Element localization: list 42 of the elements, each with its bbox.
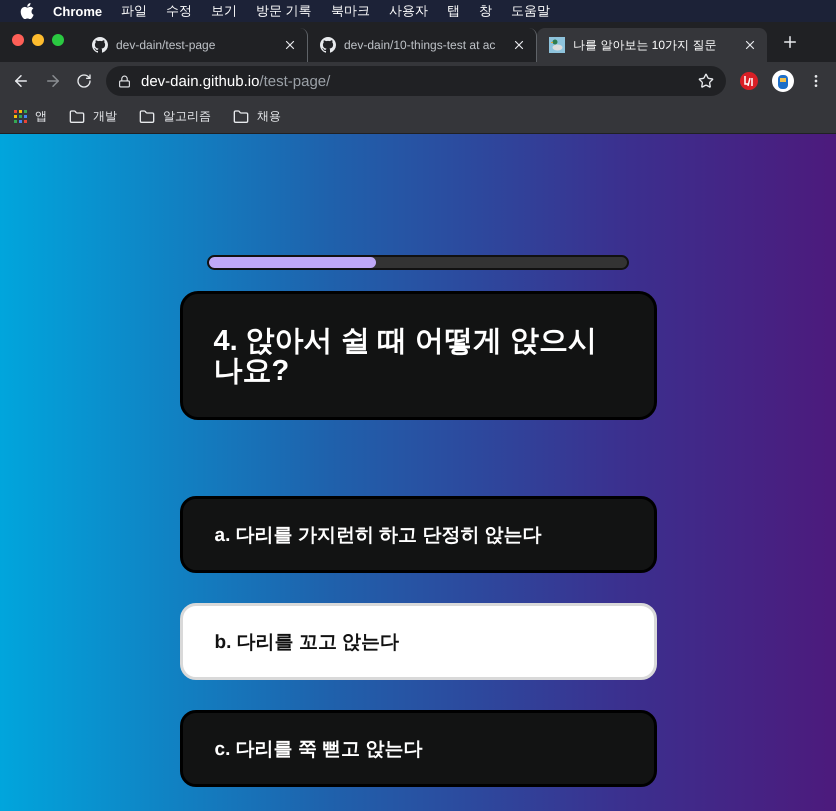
zoom-window-button[interactable] [52,34,64,46]
answer-option[interactable]: a. 다리를 가지런히 하고 단정히 앉는다 [180,496,656,573]
avatar-icon[interactable] [772,70,794,92]
duck-icon [549,37,565,53]
close-icon[interactable] [743,38,757,52]
app-menu[interactable]: Chrome [53,4,102,18]
close-window-button[interactable] [12,34,24,46]
apple-logo-icon[interactable] [20,3,34,19]
menu-item[interactable]: 파일 [121,2,148,20]
minimize-window-button[interactable] [32,34,44,46]
bookmark[interactable]: 앱 [14,108,47,125]
github-icon [92,37,108,53]
folder-icon [139,108,155,124]
answer-option[interactable]: b. 다리를 꼬고 앉는다 [180,603,656,680]
menu-item[interactable]: 북마크 [330,2,370,20]
github-icon [320,37,336,53]
menu-item[interactable]: 방문 기록 [256,2,312,20]
menu-item[interactable]: 창 [478,2,492,20]
question-text: 4. 앉아서 쉴 때 어떻게 앉으시나요? [214,326,598,387]
menu-item[interactable]: 사용자 [388,2,428,20]
bookmark[interactable]: 알고리즘 [139,108,211,125]
bookmark[interactable]: 개발 [69,108,117,125]
answer-option[interactable]: c. 다리를 쭉 뻗고 앉는다 [180,710,656,787]
extension-icon[interactable] [740,72,758,90]
close-icon[interactable] [283,38,297,52]
new-tab-icon[interactable] [781,33,799,51]
back-icon[interactable] [12,72,30,90]
folder-icon [233,108,249,124]
forward-icon[interactable] [44,72,62,90]
menu-item[interactable]: 수정 [166,2,192,20]
menu-item[interactable]: 보기 [211,2,238,20]
reload-icon[interactable] [76,73,92,89]
menu-item[interactable]: 탭 [446,2,460,20]
star-icon[interactable] [698,73,714,89]
apps-grid-icon [14,110,27,123]
bookmark[interactable]: 채용 [233,108,281,125]
lock-icon [118,74,131,88]
folder-icon [69,108,85,124]
browser-tab[interactable]: 나를 알아보는 10가지 질문 [537,28,767,62]
close-icon[interactable] [512,38,526,52]
address-bar[interactable]: dev-dain.github.io/test-page/ [106,66,726,96]
menu-item[interactable]: 도움말 [510,2,550,20]
